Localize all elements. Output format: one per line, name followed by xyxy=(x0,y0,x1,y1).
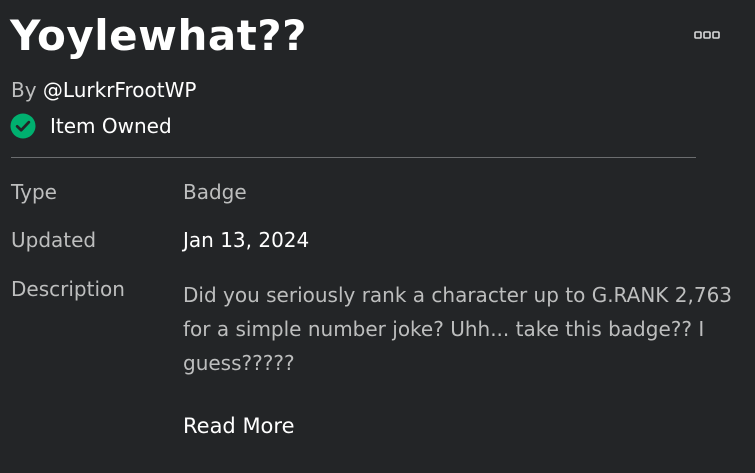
check-circle-icon xyxy=(10,113,36,139)
more-options-button[interactable] xyxy=(692,28,722,42)
creator-prefix: By xyxy=(11,78,37,102)
creator-link[interactable]: @LurkrFrootWP xyxy=(43,78,196,102)
more-options-icon xyxy=(694,31,720,39)
read-more-button[interactable]: Read More xyxy=(183,411,295,441)
updated-label: Updated xyxy=(11,228,97,252)
owned-status-label: Item Owned xyxy=(50,114,172,138)
type-value: Badge xyxy=(183,180,247,204)
description-text: Did you seriously rank a character up to… xyxy=(183,283,733,375)
description-label: Description xyxy=(11,277,125,301)
item-title: Yoylewhat?? xyxy=(10,11,308,60)
updated-value: Jan 13, 2024 xyxy=(183,228,310,252)
divider xyxy=(11,157,696,158)
creator-line: By @LurkrFrootWP xyxy=(11,76,196,104)
owned-status: Item Owned xyxy=(10,112,172,140)
type-label: Type xyxy=(11,180,57,204)
